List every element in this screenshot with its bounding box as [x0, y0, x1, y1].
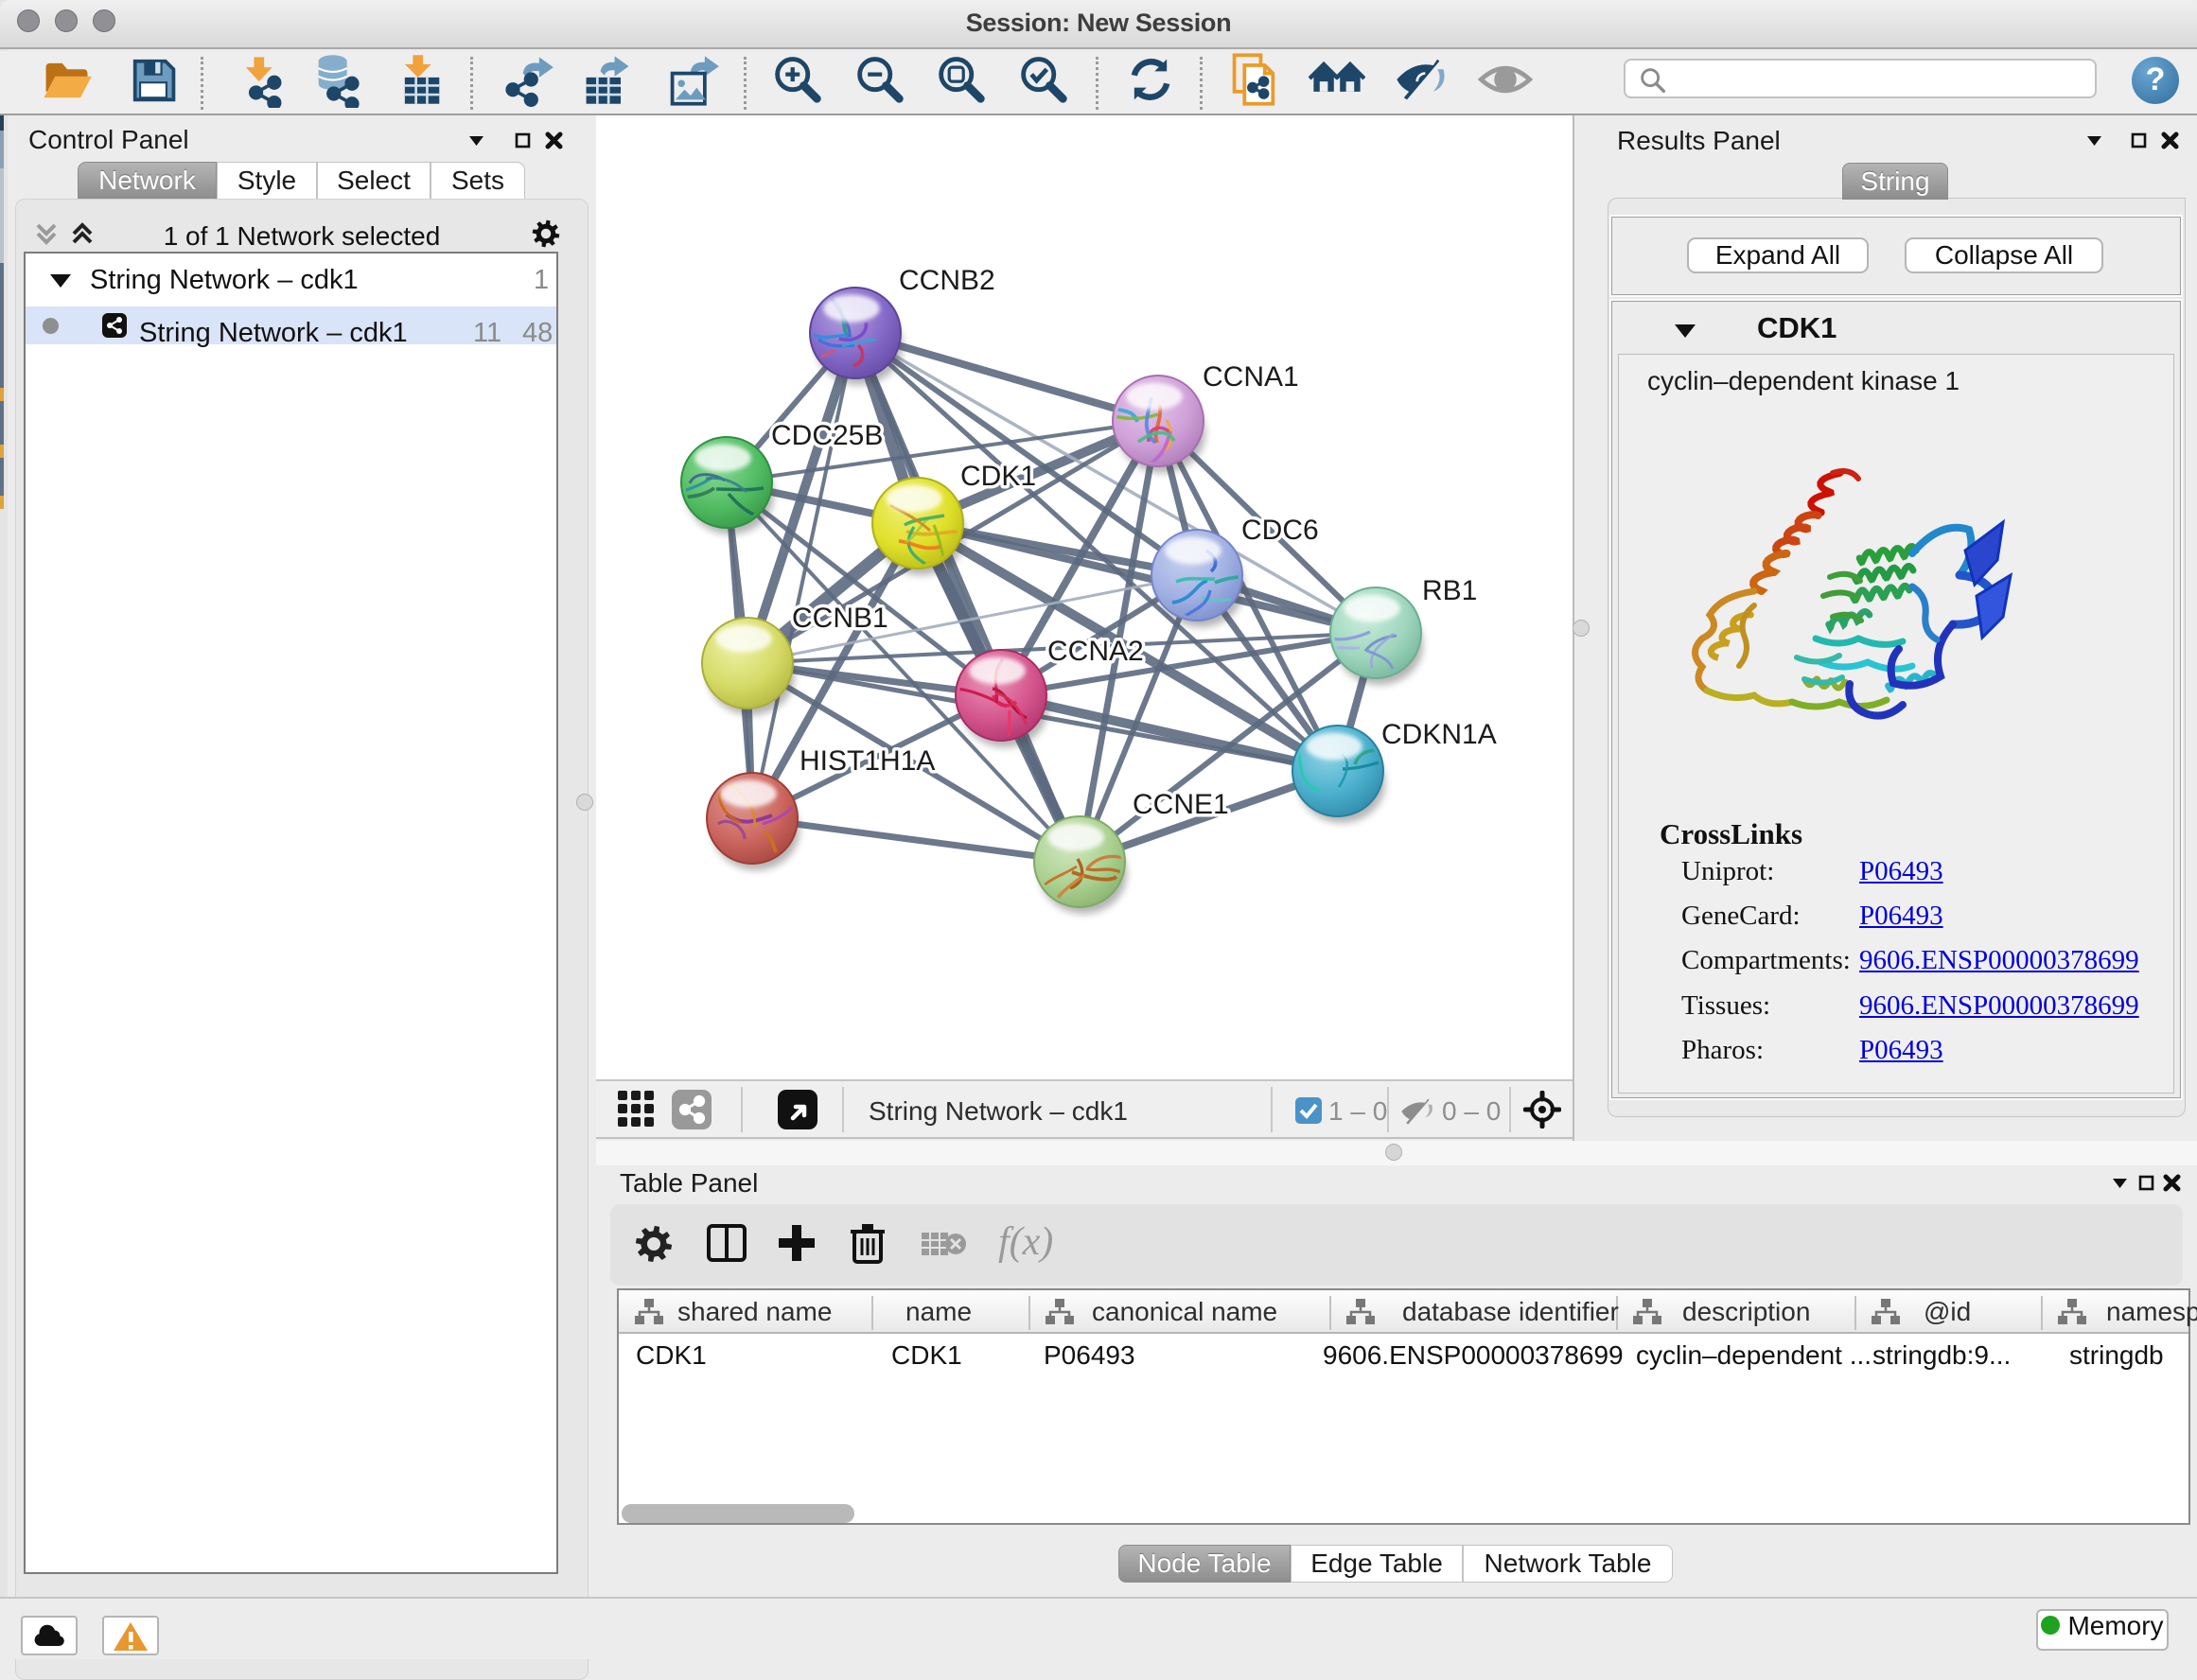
svg-text:CDK1: CDK1 [960, 461, 1036, 492]
svg-text:CCNA2: CCNA2 [1047, 636, 1144, 667]
svg-text:CCNB2: CCNB2 [899, 265, 995, 296]
svg-text:CDKN1A: CDKN1A [1381, 719, 1497, 750]
svg-text:CCNB1: CCNB1 [792, 603, 888, 634]
svg-text:RB1: RB1 [1422, 575, 1477, 606]
svg-text:CCNE1: CCNE1 [1133, 789, 1229, 820]
svg-text:CDC25B: CDC25B [771, 420, 883, 451]
svg-text:CCNA1: CCNA1 [1203, 361, 1299, 393]
svg-text:CDC6: CDC6 [1241, 515, 1319, 546]
svg-text:HIST1H1A: HIST1H1A [800, 745, 935, 777]
